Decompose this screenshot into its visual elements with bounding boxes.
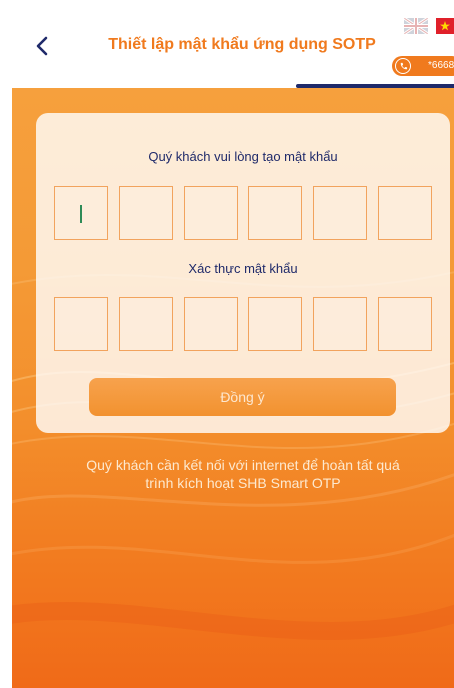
agree-button[interactable]: Đồng ý bbox=[89, 378, 396, 416]
internet-notice-line-1: Quý khách cần kết nối với internet để ho… bbox=[86, 457, 400, 473]
confirm-pin-box-3[interactable] bbox=[184, 297, 238, 351]
create-pin-box-2[interactable] bbox=[119, 186, 173, 240]
create-pin-box-4[interactable] bbox=[248, 186, 302, 240]
language-vi-button[interactable] bbox=[436, 18, 454, 34]
create-password-label: Quý khách vui lòng tạo mật khẩu bbox=[148, 149, 338, 164]
language-en-button[interactable] bbox=[404, 18, 428, 34]
confirm-pin-box-4[interactable] bbox=[248, 297, 302, 351]
create-pin-box-5[interactable] bbox=[313, 186, 367, 240]
account-phone-badge: *6668 bbox=[392, 56, 454, 76]
confirm-pin-box-6[interactable] bbox=[378, 297, 432, 351]
back-button[interactable] bbox=[26, 30, 58, 62]
header: Thiết lập mật khẩu ứng dụng SOTP *6668 bbox=[0, 0, 454, 88]
internet-notice: Quý khách cần kết nối với internet để ho… bbox=[36, 456, 450, 492]
confirm-password-input[interactable] bbox=[54, 297, 432, 351]
page-title: Thiết lập mật khẩu ứng dụng SOTP bbox=[108, 36, 376, 53]
vietnam-flag-icon bbox=[436, 18, 454, 34]
confirm-pin-box-1[interactable] bbox=[54, 297, 108, 351]
confirm-pin-box-5[interactable] bbox=[313, 297, 367, 351]
create-pin-box-1[interactable] bbox=[54, 186, 108, 240]
create-pin-box-6[interactable] bbox=[378, 186, 432, 240]
phone-icon bbox=[395, 58, 411, 74]
chevron-left-icon bbox=[36, 36, 48, 56]
create-password-input[interactable] bbox=[54, 186, 432, 240]
uk-flag-icon bbox=[404, 18, 428, 34]
text-caret bbox=[80, 205, 82, 223]
create-pin-box-3[interactable] bbox=[184, 186, 238, 240]
confirm-password-label: Xác thực mật khẩu bbox=[188, 261, 298, 276]
phone-number-masked: *6668 bbox=[428, 60, 454, 71]
confirm-pin-box-2[interactable] bbox=[119, 297, 173, 351]
internet-notice-line-2: trình kích hoạt SHB Smart OTP bbox=[145, 475, 341, 491]
